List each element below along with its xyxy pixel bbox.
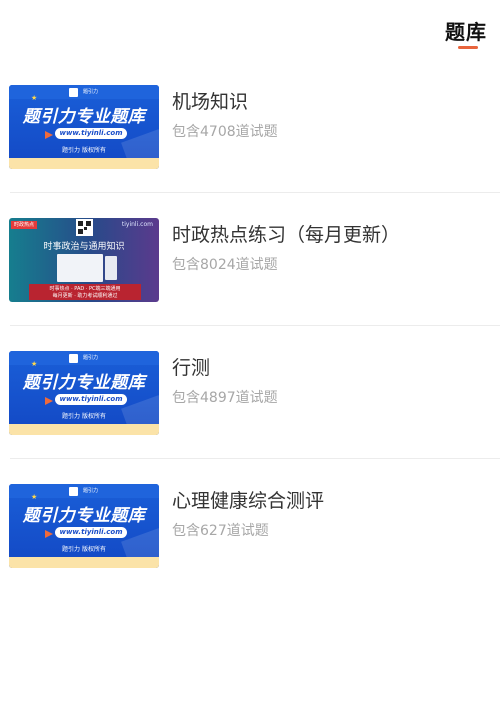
promo-tag: 时政热点 bbox=[11, 221, 37, 229]
list-item[interactable]: 题引力 ★ 题引力专业题库 www.tiyinli.com 题引力 版权所有 行… bbox=[0, 326, 500, 459]
item-thumbnail: 题引力 ★ 题引力专业题库 www.tiyinli.com 题引力 版权所有 bbox=[9, 484, 159, 568]
promo-copyright: 题引力 版权所有 bbox=[62, 147, 106, 154]
promo-url: www.tiyinli.com bbox=[55, 128, 127, 139]
item-thumbnail: 题引力 ★ 题引力专业题库 www.tiyinli.com 题引力 版权所有 bbox=[9, 351, 159, 435]
promo-headline: 时事政治与通用知识 bbox=[43, 242, 125, 252]
list-item[interactable]: 时政热点 tiyinli.com 时事政治与通用知识 时事热点 · PAD · … bbox=[0, 193, 500, 326]
item-title: 机场知识 bbox=[172, 91, 249, 113]
item-thumbnail: 时政热点 tiyinli.com 时事政治与通用知识 时事热点 · PAD · … bbox=[9, 218, 159, 302]
promo-logo-text: 题引力 bbox=[83, 355, 99, 361]
device-screen-image bbox=[57, 254, 103, 282]
logo-icon bbox=[69, 88, 78, 97]
item-title: 行测 bbox=[172, 357, 211, 379]
list-item[interactable]: 题引力 ★ 题引力专业题库 www.tiyinli.com 题引力 版权所有 机… bbox=[0, 60, 500, 193]
star-icon: ★ bbox=[31, 493, 38, 501]
promo-url: www.tiyinli.com bbox=[55, 394, 127, 405]
qr-code-icon bbox=[76, 219, 93, 236]
promo-headline: 题引力专业题库 bbox=[22, 373, 146, 393]
item-question-count: 包含8024道试题 bbox=[172, 257, 278, 273]
star-icon: ★ bbox=[31, 360, 38, 368]
item-question-count: 包含4708道试题 bbox=[172, 124, 278, 140]
arrow-icon bbox=[45, 397, 53, 405]
promo-bottom-band bbox=[9, 158, 159, 169]
promo-bottom-band bbox=[9, 424, 159, 435]
promo-line-1: 时事热点 · PAD · PC端三端通用 bbox=[49, 286, 121, 292]
promo-headline: 题引力专业题库 bbox=[22, 506, 146, 526]
item-thumbnail: 题引力 ★ 题引力专业题库 www.tiyinli.com 题引力 版权所有 bbox=[9, 85, 159, 169]
promo-logo-text: 题引力 bbox=[83, 89, 99, 95]
item-question-count: 包含627道试题 bbox=[172, 523, 269, 539]
promo-url: www.tiyinli.com bbox=[55, 527, 127, 538]
logo-icon bbox=[69, 354, 78, 363]
star-icon: ★ bbox=[31, 94, 38, 102]
promo-copyright: 题引力 版权所有 bbox=[62, 546, 106, 553]
tab-question-bank[interactable]: 题库 bbox=[445, 16, 487, 45]
promo-bottom-band bbox=[9, 557, 159, 568]
list-item[interactable]: 题引力 ★ 题引力专业题库 www.tiyinli.com 题引力 版权所有 心… bbox=[0, 459, 500, 592]
question-bank-list: 题引力 ★ 题引力专业题库 www.tiyinli.com 题引力 版权所有 机… bbox=[0, 60, 500, 592]
item-question-count: 包含4897道试题 bbox=[172, 390, 278, 406]
promo-copyright: 题引力 版权所有 bbox=[62, 413, 106, 420]
promo-headline: 题引力专业题库 bbox=[22, 107, 146, 127]
header: 题库 bbox=[0, 0, 500, 60]
active-tab-indicator bbox=[458, 46, 478, 49]
device-phone-image bbox=[105, 256, 117, 280]
arrow-icon bbox=[45, 131, 53, 139]
item-title: 心理健康综合测评 bbox=[172, 490, 325, 512]
promo-line-2: 每月更新 · 助力考试顺利通过 bbox=[52, 293, 118, 299]
arrow-icon bbox=[45, 530, 53, 538]
promo-site: tiyinli.com bbox=[121, 221, 153, 228]
logo-icon bbox=[69, 487, 78, 496]
item-title: 时政热点练习（每月更新） bbox=[172, 224, 401, 246]
promo-logo-text: 题引力 bbox=[83, 488, 99, 494]
